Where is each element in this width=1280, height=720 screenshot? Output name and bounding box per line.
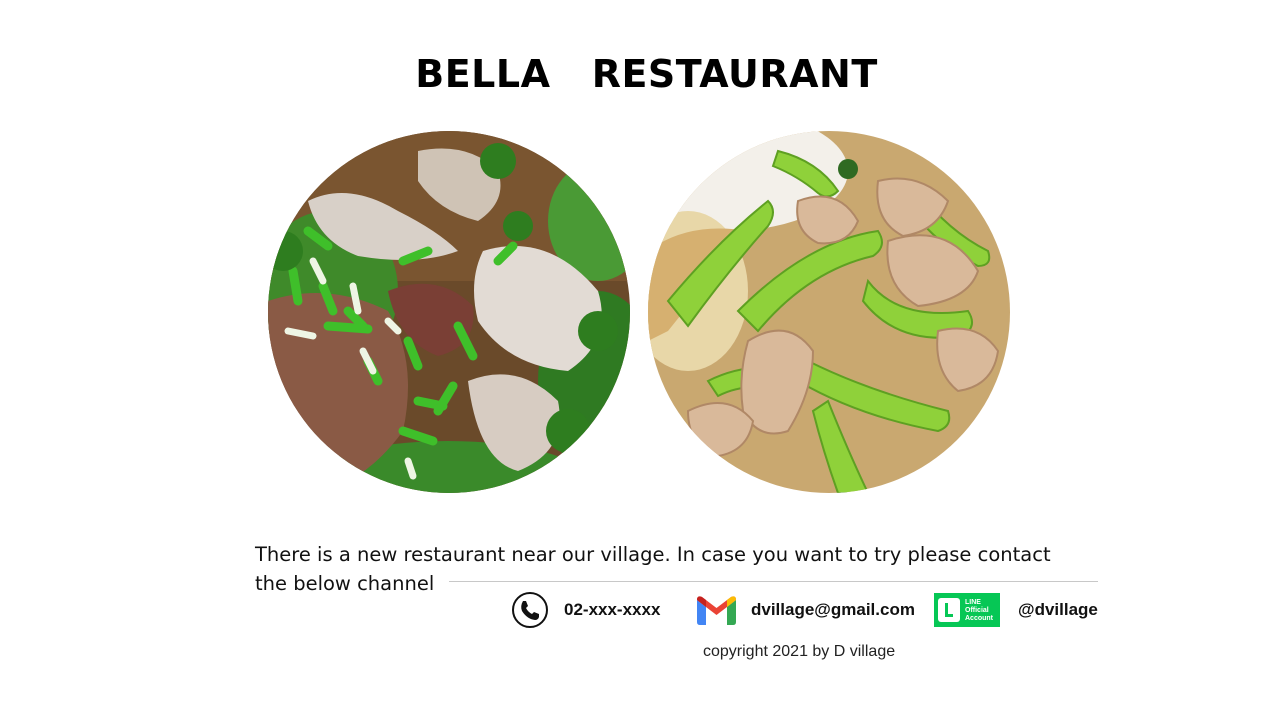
line-official-account-icon: LINE Official Account bbox=[934, 593, 1000, 627]
dish-photo-stir-fry bbox=[648, 131, 1010, 493]
slide: BELLA RESTAURANT There is a new restaura… bbox=[0, 0, 1280, 720]
gmail-icon bbox=[697, 596, 736, 625]
line-id[interactable]: @dvillage bbox=[1018, 600, 1098, 620]
soup-photo-image bbox=[268, 131, 630, 493]
svg-text:Official: Official bbox=[965, 607, 989, 614]
phone-number[interactable]: 02-xxx-xxxx bbox=[564, 600, 660, 620]
copyright-text: copyright 2021 by D village bbox=[703, 643, 896, 660]
page-title: BELLA RESTAURANT bbox=[415, 52, 878, 96]
stir-fry-photo-image bbox=[648, 131, 1010, 493]
intro-text: There is a new restaurant near our villa… bbox=[255, 543, 1051, 595]
svg-text:Account: Account bbox=[965, 615, 994, 622]
phone-icon bbox=[511, 591, 549, 629]
email-address[interactable]: dvillage@gmail.com bbox=[751, 600, 915, 620]
dish-photo-soup bbox=[268, 131, 630, 493]
svg-text:LINE: LINE bbox=[965, 599, 981, 606]
divider-line bbox=[449, 581, 1098, 582]
